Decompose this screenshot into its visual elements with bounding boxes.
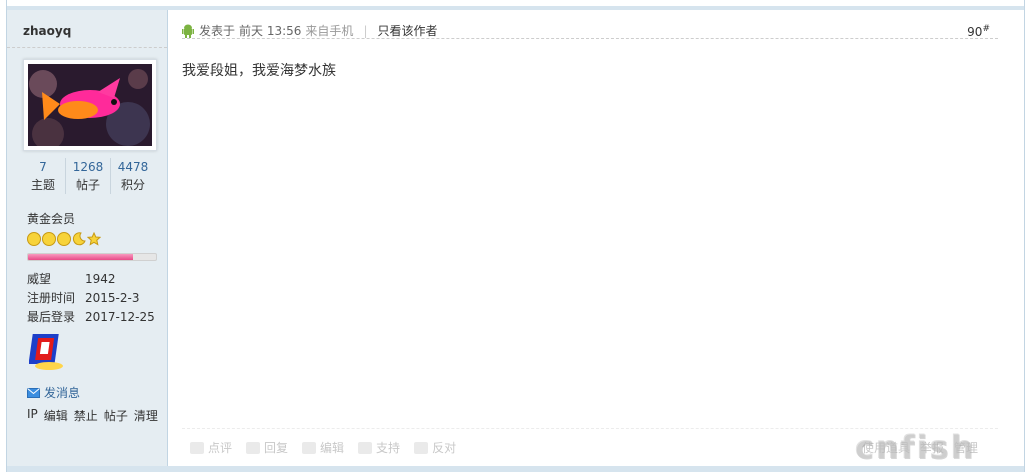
post-source[interactable]: 来自手机 xyxy=(305,22,353,39)
smiley-icon xyxy=(27,232,41,246)
support-button[interactable]: 支持 xyxy=(358,439,400,456)
info-label: 注册时间 xyxy=(27,291,76,305)
level-progress-bar xyxy=(27,253,157,261)
divider xyxy=(7,47,167,48)
thumbs-down-icon xyxy=(414,441,429,454)
stat-label: 主题 xyxy=(30,178,55,192)
thumbs-up-icon xyxy=(358,441,373,454)
info-value: 1942 xyxy=(85,272,116,286)
oppose-button[interactable]: 反对 xyxy=(414,439,456,456)
action-label: 支持 xyxy=(376,441,401,455)
author-sidebar: zhaoyq 7 主题 1268 帖子 4478 积分 黄金会员 威望 1942… xyxy=(7,10,168,466)
avatar[interactable] xyxy=(23,59,157,151)
info-row: 最后登录 2017-12-25 xyxy=(27,308,155,327)
edit-icon xyxy=(302,441,317,454)
medal-badge[interactable] xyxy=(28,332,65,372)
moon-icon xyxy=(72,232,86,246)
admin-ip-link[interactable]: IP xyxy=(27,407,38,424)
action-label: 点评 xyxy=(208,441,233,455)
edit-button[interactable]: 编辑 xyxy=(302,439,344,456)
only-author-link[interactable]: 只看该作者 xyxy=(377,22,437,39)
site-watermark: cnfish xyxy=(854,428,975,466)
send-message-link[interactable]: 发消息 xyxy=(27,384,80,401)
smiley-icon xyxy=(57,232,71,246)
send-message-label: 发消息 xyxy=(44,386,81,400)
action-label: 编辑 xyxy=(320,441,345,455)
level-progress-fill xyxy=(28,254,133,260)
actions-left: 点评 回复 编辑 支持 反对 xyxy=(190,439,456,456)
smiley-icon xyxy=(42,232,56,246)
user-group[interactable]: 黄金会员 xyxy=(27,210,75,227)
envelope-icon xyxy=(27,387,40,398)
stat-value: 4478 xyxy=(117,160,149,174)
stat-label: 帖子 xyxy=(75,178,100,192)
admin-edit-link[interactable]: 编辑 xyxy=(44,407,68,424)
floor-value: 90 xyxy=(967,25,983,39)
info-label: 威望 xyxy=(27,272,52,286)
info-value: 2015-2-3 xyxy=(85,291,140,305)
admin-links: IP 编辑 禁止 帖子 清理 xyxy=(27,407,158,424)
avatar-fish-image xyxy=(28,64,152,150)
stat-points[interactable]: 4478 积分 xyxy=(110,158,155,194)
post-time: 前天 13:56 xyxy=(239,24,302,38)
admin-posts-link[interactable]: 帖子 xyxy=(104,407,128,424)
post-frame: zhaoyq 7 主题 1268 帖子 4478 积分 黄金会员 威望 1942… xyxy=(6,0,1025,472)
action-label: 回复 xyxy=(264,441,289,455)
separator: | xyxy=(363,23,368,38)
stat-posts[interactable]: 1268 帖子 xyxy=(65,158,110,194)
floor-mark: # xyxy=(982,24,990,34)
author-info: 威望 1942 注册时间 2015-2-3 最后登录 2017-12-25 xyxy=(27,270,155,327)
floor-number[interactable]: 90# xyxy=(967,24,990,39)
stat-threads[interactable]: 7 主题 xyxy=(21,158,65,194)
info-row: 威望 1942 xyxy=(27,270,155,289)
info-value: 2017-12-25 xyxy=(85,310,155,324)
stat-label: 积分 xyxy=(120,178,145,192)
action-label: 反对 xyxy=(432,441,457,455)
star-icon xyxy=(87,232,101,246)
medal-icon xyxy=(28,334,63,370)
android-icon xyxy=(182,24,194,38)
reply-button[interactable]: 回复 xyxy=(246,439,288,456)
admin-ban-link[interactable]: 禁止 xyxy=(74,407,98,424)
posted-prefix: 发表于 xyxy=(199,24,236,38)
comment-button[interactable]: 点评 xyxy=(190,439,232,456)
bottom-border xyxy=(7,466,1024,472)
post-content: 我爱段姐，我爱海梦水族 xyxy=(182,63,336,79)
author-stats: 7 主题 1268 帖子 4478 积分 xyxy=(21,158,155,194)
level-icons xyxy=(27,232,101,248)
stat-value: 1268 xyxy=(72,160,104,174)
post-header: 发表于 前天 13:56 来自手机 | 只看该作者 90# xyxy=(182,14,998,39)
info-row: 注册时间 2015-2-3 xyxy=(27,289,155,308)
author-username[interactable]: zhaoyq xyxy=(23,24,71,38)
post-meta: 发表于 前天 13:56 来自手机 | 只看该作者 xyxy=(182,22,438,39)
reply-icon xyxy=(246,441,261,454)
comment-icon xyxy=(190,441,204,454)
admin-clean-link[interactable]: 清理 xyxy=(134,407,158,424)
stat-value: 7 xyxy=(39,160,47,174)
info-label: 最后登录 xyxy=(27,310,76,324)
